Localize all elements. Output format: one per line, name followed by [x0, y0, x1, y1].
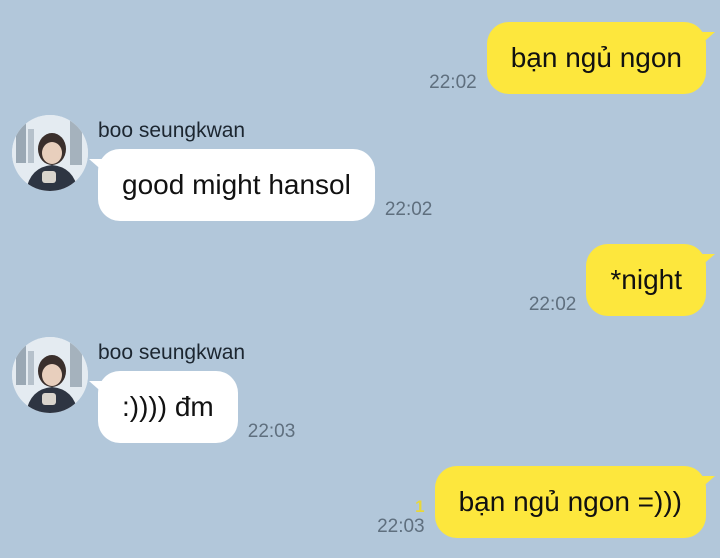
sender-name[interactable]: boo seungkwan [98, 119, 442, 143]
message-incoming: boo seungkwan :)))) đm 22:03 [12, 337, 305, 443]
message-time: 22:03 [247, 421, 296, 442]
message-bubble[interactable]: *night [586, 244, 715, 316]
profile-photo-icon [12, 337, 88, 413]
message-outgoing: 22:02 *night [519, 244, 715, 316]
avatar[interactable] [12, 115, 88, 191]
profile-photo-icon [12, 115, 88, 191]
sender-name[interactable]: boo seungkwan [98, 341, 305, 365]
avatar[interactable] [12, 337, 88, 413]
chat-area: 22:02 bạn ngủ ngon boo seungkwan good mi… [0, 0, 720, 558]
unread-count: 1 [415, 497, 425, 516]
message-outgoing: 22:02 bạn ngủ ngon [419, 22, 716, 94]
message-meta: 22:02 [385, 199, 433, 221]
message-incoming: boo seungkwan good might hansol 22:02 [12, 115, 442, 221]
message-time: 22:02 [384, 199, 433, 220]
message-bubble[interactable]: bạn ngủ ngon [486, 22, 716, 94]
message-time: 22:02 [429, 72, 477, 93]
message-meta: 22:02 [529, 294, 577, 316]
message-time: 22:02 [528, 294, 577, 315]
message-bubble[interactable]: :)))) đm [89, 371, 238, 443]
message-bubble[interactable]: good might hansol [89, 149, 375, 221]
message-outgoing: 1 22:03 bạn ngủ ngon =))) [367, 466, 716, 538]
message-bubble[interactable]: bạn ngủ ngon =))) [434, 466, 716, 538]
message-meta: 22:02 [429, 72, 477, 94]
message-meta: 22:03 [248, 421, 296, 443]
message-time: 22:03 [377, 516, 425, 537]
message-meta: 1 22:03 [377, 498, 425, 538]
